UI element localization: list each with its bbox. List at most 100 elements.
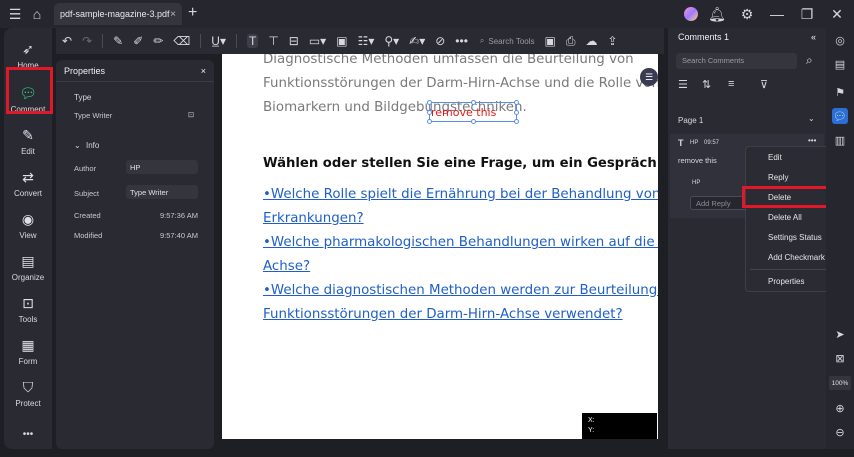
close-icon[interactable]: × <box>201 66 206 76</box>
stamp-list-icon[interactable]: ☷▾ <box>358 34 375 48</box>
add-reply-input[interactable]: Add Reply <box>690 196 750 210</box>
redo-icon[interactable]: ↷ <box>82 34 92 48</box>
save-icon[interactable]: ▣ <box>545 34 556 48</box>
resize-handle[interactable] <box>514 119 519 124</box>
more-icon[interactable]: ••• <box>4 413 52 455</box>
close-window-icon[interactable]: ✕ <box>826 3 848 25</box>
sidebar-item-label: Tools <box>18 314 38 324</box>
author-field[interactable]: HP <box>126 160 198 174</box>
sidebar-item-tools[interactable]: ⊡ Tools <box>4 288 52 330</box>
menu-item-label: Settings Status <box>768 233 822 242</box>
avatar[interactable] <box>684 7 698 21</box>
search-icon[interactable]: ⌕ <box>806 53 813 68</box>
zoom-level[interactable]: 100% <box>829 376 851 390</box>
filter-icon[interactable]: ⊽ <box>760 78 768 91</box>
callout-icon[interactable]: ⊟ <box>289 34 299 48</box>
sidebar-item-form[interactable]: ▦ Form <box>4 330 52 372</box>
thumbnails-icon[interactable]: ▥ <box>832 132 848 148</box>
gear-icon[interactable]: ⚙ <box>736 3 758 25</box>
subject-label: Subject <box>74 189 100 198</box>
typewriter-icon[interactable]: T <box>246 34 259 48</box>
window-controls: 🔔︎ ⚙ — ❐ ✕ <box>684 3 848 25</box>
signature-icon[interactable]: ✍▾ <box>409 34 425 48</box>
document-tab[interactable]: pdf-sample-magazine-3.pdf * × <box>54 3 182 25</box>
resize-handle[interactable] <box>427 119 432 124</box>
restore-icon[interactable]: ❐ <box>796 3 818 25</box>
properties-panel-icon[interactable]: ▤ <box>832 56 848 72</box>
cloud-upload-icon[interactable]: ☁ <box>585 34 597 48</box>
ai-assistant-icon[interactable]: ☰ <box>640 68 658 86</box>
sidebar-item-view[interactable]: ◉ View <box>4 204 52 246</box>
toolbar-divider <box>102 34 104 48</box>
minimize-icon[interactable]: — <box>766 3 788 25</box>
pencil-icon[interactable]: ✏ <box>153 34 163 48</box>
typewriter-text[interactable]: remove this <box>431 106 496 119</box>
sidebar-item-edit[interactable]: ✎ Edit <box>4 120 52 162</box>
doc-link[interactable]: •Welche diagnostischen Methoden werden z… <box>263 283 658 298</box>
chevron-down-icon[interactable]: ⌄ <box>808 114 815 123</box>
textbox-icon[interactable]: ⊤ <box>268 34 278 48</box>
home-icon[interactable]: ⌂ <box>26 3 48 25</box>
sort-icon[interactable]: ⇅ <box>702 78 711 91</box>
hamburger-menu-icon[interactable]: ☰ <box>4 3 26 25</box>
sidebar-item-convert[interactable]: ⇄ Convert <box>4 162 52 204</box>
underline-icon[interactable]: U̲▾ <box>211 34 226 48</box>
menu-item-label: Add Checkmark <box>768 253 825 262</box>
bell-icon[interactable]: 🔔︎ <box>706 3 728 25</box>
tab-close-icon[interactable]: × <box>170 9 176 20</box>
toolbar-divider <box>200 34 202 48</box>
shape-icon[interactable]: ▭▾ <box>309 34 326 48</box>
zoom-out-icon[interactable]: ⊖ <box>832 424 848 440</box>
share-icon[interactable]: ⇪ <box>607 34 617 48</box>
undo-icon[interactable]: ↶ <box>62 34 72 48</box>
doc-link[interactable]: •Welche pharmakologischen Behandlungen w… <box>263 235 658 250</box>
sidebar-item-protect[interactable]: ⛉ Protect <box>4 372 52 414</box>
sidebar-item-organize[interactable]: ▤ Organize <box>4 246 52 288</box>
highlight-icon[interactable]: ✎ <box>113 34 123 48</box>
comment-author: HP <box>690 140 699 146</box>
resize-handle[interactable] <box>514 100 519 105</box>
shield-icon: ⛉ <box>22 378 34 395</box>
ai-icon[interactable]: ◎ <box>832 32 848 48</box>
collapse-icon[interactable]: « <box>811 32 816 42</box>
resize-handle[interactable] <box>471 119 476 124</box>
new-tab-icon[interactable]: + <box>188 4 197 22</box>
info-chevron-icon[interactable]: ⌄ <box>74 141 81 150</box>
eraser-icon[interactable]: ⌫ <box>173 34 190 48</box>
zoom-in-icon[interactable]: ⊕ <box>832 400 848 416</box>
pdf-page: Diagnostische Methoden umfassen die Beur… <box>222 54 658 439</box>
note-icon[interactable]: ▣ <box>336 34 347 48</box>
filter-list-icon[interactable]: ≡ <box>728 78 734 90</box>
resize-handle[interactable] <box>427 100 432 105</box>
search-tools[interactable]: ⌕ Search Tools <box>480 36 535 46</box>
resize-handle[interactable] <box>471 100 476 105</box>
area-highlight-icon[interactable]: ✐ <box>133 34 143 48</box>
search-comments-input[interactable]: Search Comments <box>676 53 797 69</box>
attachment-icon[interactable]: ⊘ <box>435 34 445 48</box>
comment-text: remove this <box>678 156 717 165</box>
stamp-icon[interactable]: ⚲▾ <box>384 34 399 48</box>
resize-handle[interactable] <box>514 110 519 115</box>
comments-header: Comments 1 « <box>668 28 826 46</box>
subject-field[interactable]: Type Writer <box>126 185 198 199</box>
more-tools-icon[interactable]: ••• <box>455 34 468 48</box>
properties-header: Properties × <box>56 60 214 82</box>
doc-link[interactable]: Erkrankungen? <box>263 211 364 226</box>
sidebar-item-label: Form <box>18 356 38 366</box>
toolbox-icon: ⊡ <box>22 294 34 311</box>
doc-link[interactable]: Funktionsstörungen der Darm-Hirn-Achse v… <box>263 307 623 322</box>
edit-icon: ✎ <box>22 126 34 143</box>
print-icon[interactable]: ⎙ <box>566 34 576 49</box>
fit-page-icon[interactable]: ⊠ <box>832 350 848 366</box>
more-options-icon[interactable]: ••• <box>808 136 816 145</box>
doc-link[interactable]: •Welche Rolle spielt die Ernährung bei d… <box>263 187 658 202</box>
comments-panel-icon[interactable]: 💬︎ <box>832 108 848 124</box>
select-cursor-icon[interactable]: ➤ <box>832 326 848 342</box>
type-label: Type <box>74 93 92 102</box>
reply-author: HP <box>692 180 701 186</box>
lock-icon[interactable]: ⊡ <box>188 110 194 119</box>
menu-item-label: Delete All <box>768 213 802 222</box>
list-icon[interactable]: ☰ <box>678 78 688 91</box>
bookmark-icon[interactable]: ⚑ <box>832 84 848 100</box>
doc-link[interactable]: Achse? <box>263 259 310 274</box>
